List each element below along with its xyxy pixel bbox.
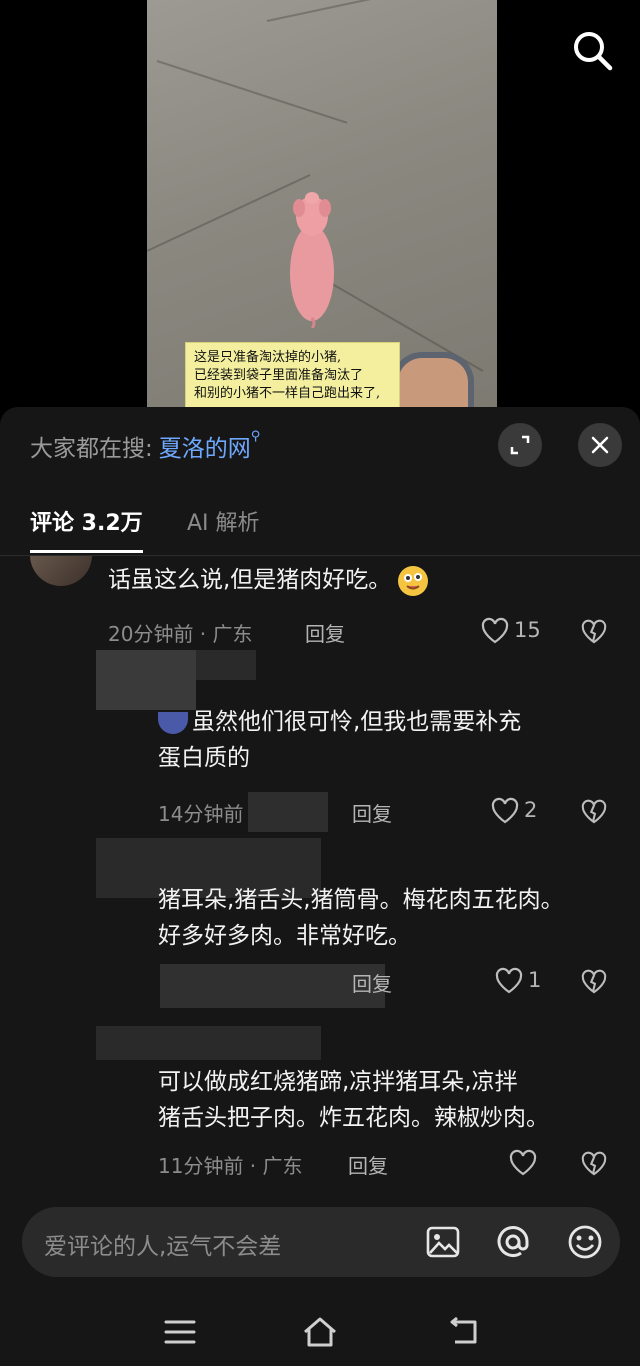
caption-line: 和别的小猪不一样自己跑出来了, [194,386,381,401]
close-icon [591,436,609,454]
hot-search-bar: 大家都在搜: 夏洛的网⚲ [30,429,260,463]
broken-heart-icon[interactable] [580,798,608,824]
at-icon [497,1226,529,1257]
reply-button[interactable]: 回复 [352,968,392,997]
emoji-button[interactable] [566,1223,604,1261]
hot-search-label: 大家都在搜: [30,436,153,462]
like-button[interactable]: 15 [480,616,541,644]
video-frame: 这是只准备淘汰掉的小猪, 已经装到袋子里面准备淘汰了 和别的小猪不一样自己跑出来… [147,0,497,410]
caption-line: 已经装到袋子里面准备淘汰了 [194,368,364,383]
comment-text: 可以做成红烧猪蹄,凉拌猪耳朵,凉拌 猪舌头把子肉。炸五花肉。辣椒炒肉。 [158,1069,549,1131]
comment-panel: 大家都在搜: 夏洛的网⚲ 评论 3.2万 AI 解析 话虽这么说,但是猪肉好吃。 … [0,407,640,1366]
home-icon [304,1317,336,1347]
piglet-image [290,192,334,328]
search-icon [574,32,613,71]
avatar [158,711,188,734]
like-button[interactable]: 1 [494,966,541,994]
heart-icon [495,967,523,994]
mention-button[interactable] [494,1223,532,1261]
drooling-face-icon [398,565,429,596]
like-button[interactable] [508,1148,542,1176]
location-redacted [248,792,328,832]
video-player[interactable]: 这是只准备淘汰掉的小猪, 已经装到袋子里面准备淘汰了 和别的小猪不一样自己跑出来… [0,0,640,410]
image-button[interactable] [424,1223,462,1261]
video-caption: 这是只准备淘汰掉的小猪, 已经装到袋子里面准备淘汰了 和别的小猪不一样自己跑出来… [185,342,400,410]
home-button[interactable] [300,1314,340,1350]
heart-icon [491,797,519,824]
like-button[interactable]: 2 [490,796,537,824]
like-count: 15 [514,618,541,642]
avatar[interactable] [30,556,92,586]
menu-icon [164,1320,196,1344]
close-button[interactable] [578,423,622,467]
comment-time: 14分钟前 [158,802,244,826]
tab-ai-analysis[interactable]: AI 解析 [187,505,260,537]
back-icon [450,1316,477,1344]
image-icon [426,1226,460,1258]
emoji-icon [568,1225,602,1259]
broken-heart-icon[interactable] [580,968,608,994]
comment-list[interactable]: 话虽这么说,但是猪肉好吃。 20分钟前 · 广东 回复 15 虽然他们很可怜,但… [0,556,640,1206]
back-button[interactable] [443,1314,483,1350]
menu-button[interactable] [160,1314,200,1350]
foot-image [392,352,474,410]
like-count: 2 [524,798,538,822]
hot-search-term[interactable]: 夏洛的网 [159,436,251,462]
search-icon: ⚲ [250,429,261,444]
heart-icon [509,1149,537,1176]
tab-indicator [30,550,143,553]
comment-time: 11分钟前 · 广东 [158,1154,303,1178]
fullscreen-icon [510,435,530,455]
heart-icon [481,617,509,644]
search-button[interactable] [570,28,614,72]
avatar[interactable] [96,1026,321,1060]
comment-text: 话虽这么说,但是猪肉好吃。 [108,562,429,598]
username-redacted [196,650,256,680]
broken-heart-icon[interactable] [580,618,608,644]
reply-button[interactable]: 回复 [348,1150,388,1179]
tab-comments[interactable]: 评论 3.2万 [30,505,143,537]
reply-button[interactable]: 回复 [305,618,345,647]
reply-button[interactable]: 回复 [352,798,392,827]
fullscreen-button[interactable] [498,423,542,467]
comment-input-bar[interactable]: 爱评论的人,运气不会差 [22,1207,620,1277]
comment-text: 猪耳朵,猪舌头,猪筒骨。梅花肉五花肉。 好多好多肉。非常好吃。 [158,887,564,949]
like-count: 1 [528,968,542,992]
tab-bar: 评论 3.2万 AI 解析 [0,499,640,556]
system-nav-bar [0,1300,640,1366]
comment-time: 20分钟前 · 广东 [108,622,253,646]
comment-input[interactable]: 爱评论的人,运气不会差 [44,1227,281,1261]
comment-text: 虽然他们很可怜,但我也需要补充 蛋白质的 [158,709,522,771]
avatar[interactable] [96,650,196,710]
broken-heart-icon[interactable] [580,1150,608,1176]
caption-line: 这是只准备淘汰掉的小猪, [194,350,342,365]
